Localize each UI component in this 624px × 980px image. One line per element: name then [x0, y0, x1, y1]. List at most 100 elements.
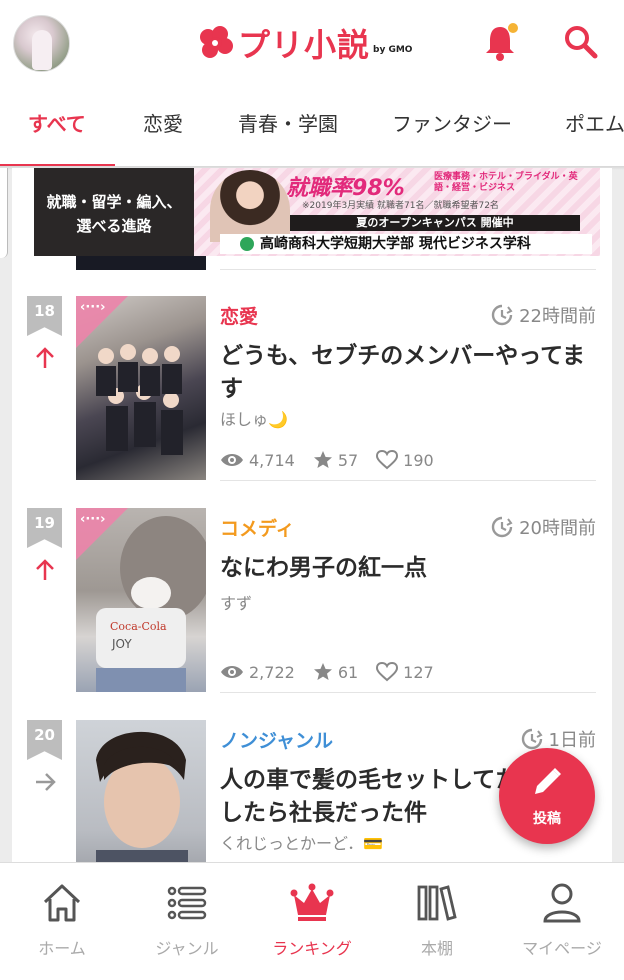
likes-stat: 127	[376, 662, 434, 682]
nav-home[interactable]: ホーム	[0, 863, 124, 980]
story-title[interactable]: どうも、セブチのメンバーやってます	[220, 340, 600, 406]
nav-label: ジャンル	[155, 939, 219, 958]
nav-ranking[interactable]: ランキング	[250, 863, 374, 980]
nav-bookshelf[interactable]: 本棚	[375, 863, 499, 980]
app-header: プリ小説 by GMO	[0, 0, 624, 88]
views-count: 2,722	[249, 662, 295, 682]
thumbnail-figures	[96, 731, 188, 862]
nav-label: 本棚	[420, 939, 453, 958]
likes-count: 127	[403, 662, 434, 682]
trend-flat-icon	[36, 773, 56, 791]
clock-icon	[491, 516, 513, 538]
genre-tabs: すべて 恋愛 青春・学園 ファンタジー ポエム	[0, 88, 624, 168]
svg-text:Coca-Cola: Coca-Cola	[110, 620, 167, 633]
post-button[interactable]: 投稿	[499, 748, 595, 844]
previous-item-thumbnail[interactable]	[76, 256, 206, 270]
updated-time: 22時間前	[491, 302, 596, 328]
genre-label: コメディ	[220, 518, 295, 540]
ad-banner[interactable]: 就職・留学・編入、 選べる進路 就職率98% 医療事務・ホテル・ブライダル・英語…	[34, 168, 600, 256]
heart-icon	[376, 662, 399, 682]
banner-note: ※2019年3月実績 就職者71名／就職希望者72名	[302, 201, 499, 211]
banner-school: 高崎商科大学短期大学部 現代ビジネス学科	[220, 234, 592, 254]
bell-icon[interactable]	[482, 22, 518, 62]
list-icon	[167, 886, 207, 920]
logo-flower-icon	[200, 26, 233, 58]
story-thumbnail[interactable]: Coca-Cola JOY ‹···›	[76, 508, 206, 692]
avatar[interactable]	[13, 15, 70, 72]
nav-genre[interactable]: ジャンル	[125, 863, 249, 980]
story-stats: 2,722 61 127	[220, 662, 452, 682]
author-name: すず	[220, 594, 253, 613]
ranking-item[interactable]: 19 Coca-Cola JOY ‹···› コメディ 20時間前 なにわ男子の…	[12, 508, 612, 719]
author-name: くれじっとかーど．💳	[220, 834, 384, 853]
logo-text: プリ小説	[238, 26, 371, 64]
nav-label: マイページ	[522, 939, 602, 958]
person-icon	[543, 883, 581, 923]
star-icon	[313, 451, 332, 468]
svg-text:JOY: JOY	[111, 637, 132, 651]
trend-up-icon	[36, 559, 54, 580]
views-stat: 2,722	[220, 663, 295, 682]
updated-time: 1日前	[521, 726, 596, 752]
updated-time: 20時間前	[491, 514, 596, 540]
genre-label: ノンジャンル	[220, 730, 334, 752]
tab-all[interactable]: すべて	[28, 88, 86, 168]
story-title[interactable]: なにわ男子の紅一点	[220, 552, 600, 585]
likes-stat: 190	[376, 450, 434, 470]
heart-icon	[376, 450, 399, 470]
trend-up-icon	[36, 347, 54, 368]
likes-count: 190	[403, 450, 434, 470]
banner-school-name: 高崎商科大学短期大学部 現代ビジネス学科	[260, 236, 531, 252]
tab-romance[interactable]: 恋愛	[143, 88, 183, 168]
post-button-label: 投稿	[533, 811, 561, 827]
nav-mypage[interactable]: マイページ	[500, 863, 624, 980]
rank-number: 20	[27, 720, 62, 760]
story-thumbnail[interactable]	[76, 720, 206, 862]
rank-badge: 19	[27, 508, 62, 548]
rank-badge: 18	[27, 296, 62, 336]
banner-left-line1: 就職・留学・編入、	[46, 193, 182, 211]
tab-youth-school[interactable]: 青春・学園	[238, 88, 338, 168]
nav-label: ホーム	[38, 939, 86, 958]
genre-label: 恋愛	[220, 306, 259, 328]
ranking-item[interactable]: 18 ‹···› 恋愛 22時間前 どうも、セブチのメンバーやってます ほしゅ🌙	[12, 296, 612, 507]
logo-by: by GMO	[373, 45, 413, 55]
divider	[220, 269, 596, 270]
drawer-edge[interactable]	[0, 168, 8, 258]
clock-icon	[491, 304, 513, 326]
banner-left-line2: 選べる進路	[76, 217, 152, 235]
tab-poem[interactable]: ポエム	[565, 88, 624, 168]
bottom-nav: ホーム ジャンル ランキング 本棚 マイページ	[0, 862, 624, 980]
pencil-icon	[535, 768, 561, 794]
time-text: 22時間前	[519, 306, 596, 327]
divider	[220, 480, 596, 481]
star-icon	[313, 663, 332, 680]
rank-number: 19	[27, 508, 62, 548]
app-logo[interactable]: プリ小説 by GMO	[198, 22, 412, 64]
views-count: 4,714	[249, 450, 295, 470]
home-icon	[43, 884, 81, 922]
author-name: ほしゅ🌙	[220, 410, 288, 429]
eye-icon	[221, 666, 243, 678]
search-icon[interactable]	[563, 24, 599, 60]
clock-icon	[521, 728, 543, 750]
time-text: 20時間前	[519, 518, 596, 539]
crown-icon	[290, 883, 334, 921]
stars-count: 57	[337, 450, 359, 470]
banner-open-campus: 夏のオープンキャンパス 開催中	[290, 215, 580, 231]
story-stats: 4,714 57 190	[220, 450, 452, 470]
stars-count: 61	[337, 662, 359, 682]
views-stat: 4,714	[220, 451, 295, 470]
eye-icon	[221, 454, 243, 466]
nav-label: ランキング	[272, 939, 352, 958]
banner-photo	[210, 170, 290, 242]
rank-badge: 20	[27, 720, 62, 760]
divider	[220, 692, 596, 693]
stars-stat: 57	[313, 450, 358, 470]
banner-subjects: 医療事務・ホテル・ブライダル・英語・経営・ビジネス	[434, 172, 578, 193]
bookshelf-icon	[417, 885, 457, 921]
story-thumbnail[interactable]: ‹···›	[76, 296, 206, 480]
tab-fantasy[interactable]: ファンタジー	[392, 88, 512, 168]
more-dots-icon: ‹···›	[80, 300, 106, 315]
school-logo-icon	[240, 237, 254, 251]
